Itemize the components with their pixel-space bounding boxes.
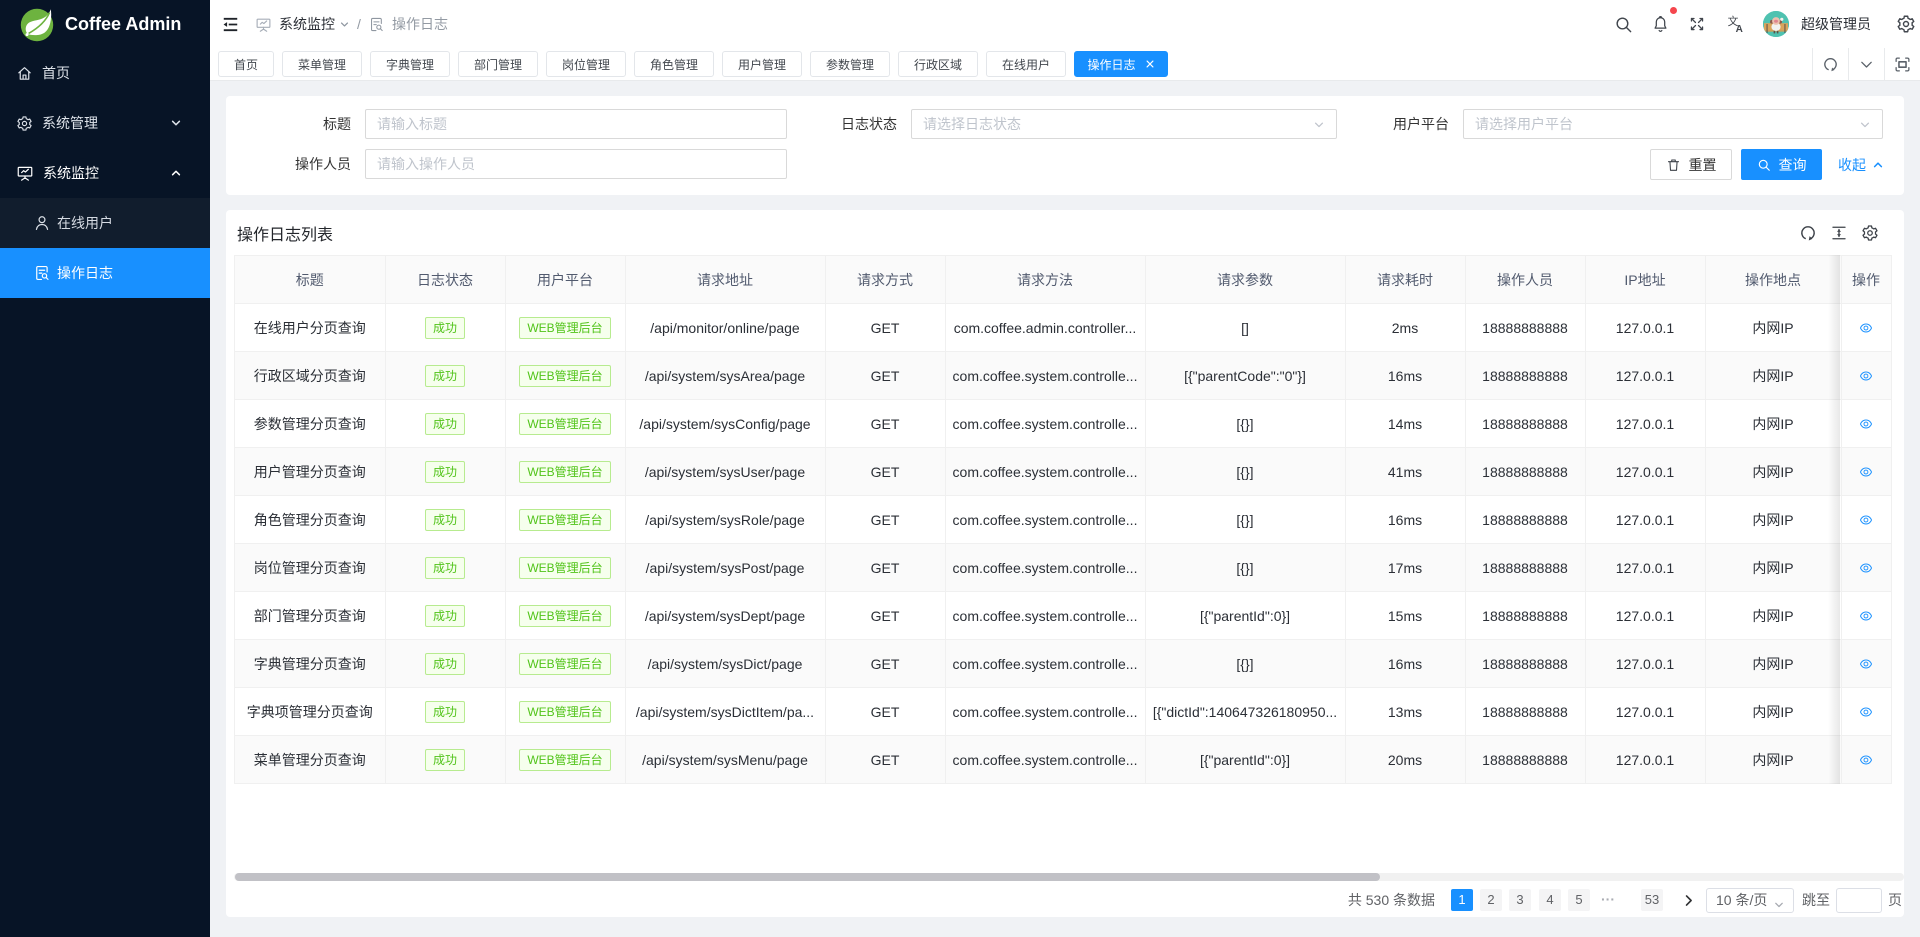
svg-text:A: A [1736, 24, 1743, 34]
